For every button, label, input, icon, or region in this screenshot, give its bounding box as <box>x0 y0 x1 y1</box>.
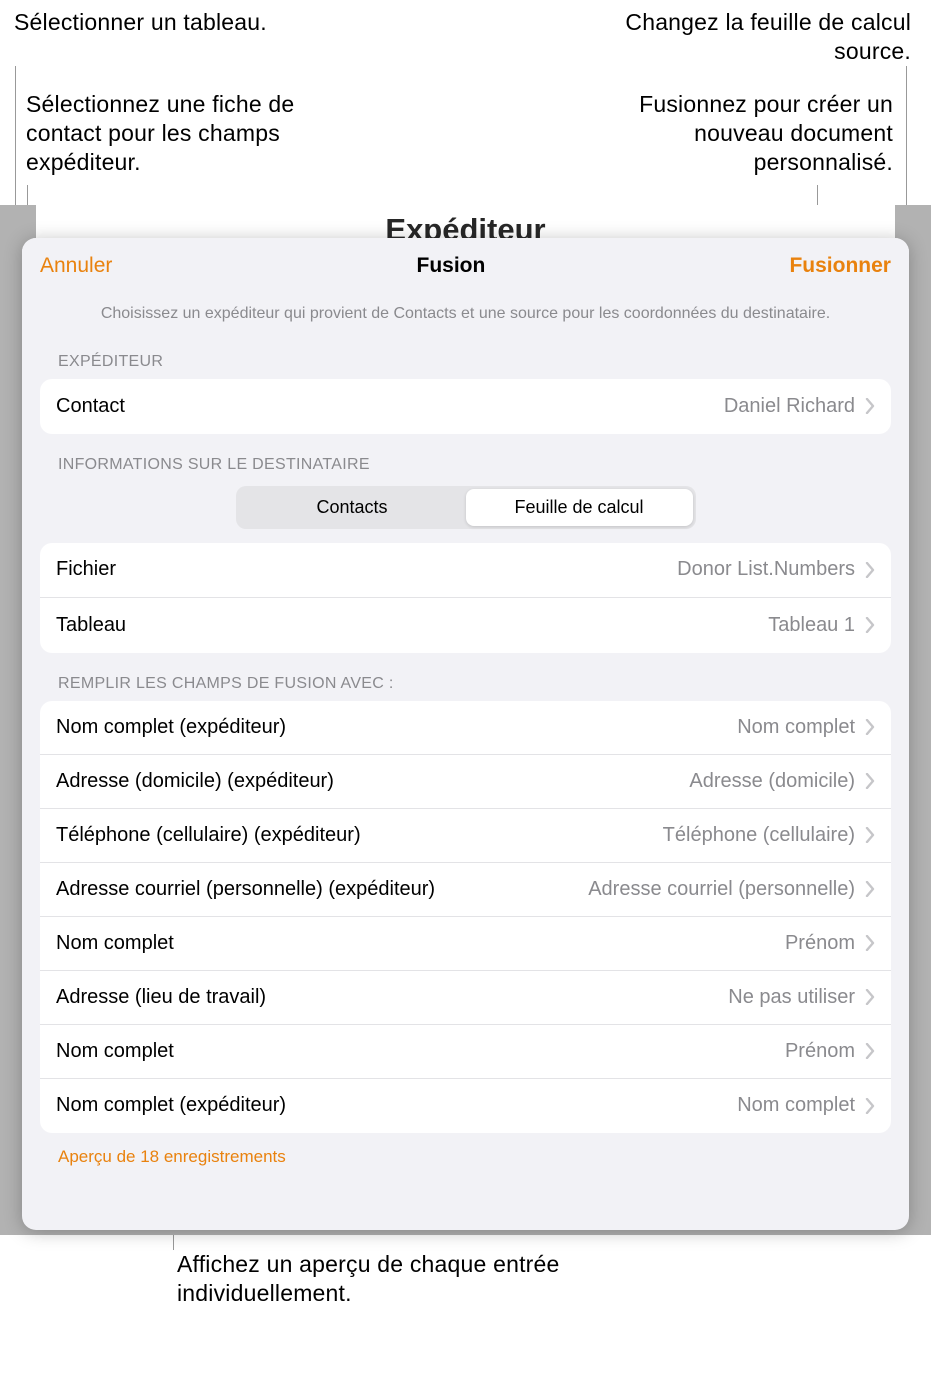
sender-group: Contact Daniel Richard <box>40 379 891 434</box>
section-recipient-label: INFORMATIONS SUR LE DESTINATAIRE <box>22 434 909 482</box>
merge-field-label: Nom complet (expéditeur) <box>56 1094 286 1117</box>
chevron-right-icon <box>865 1098 875 1114</box>
preview-records-link[interactable]: Aperçu de 18 enregistrements <box>22 1133 909 1167</box>
source-group: Fichier Donor List.Numbers Tableau Table… <box>40 543 891 653</box>
merge-fields-group: Nom complet (expéditeur) Nom complet Adr… <box>40 701 891 1133</box>
segmented-wrap: Contacts Feuille de calcul <box>22 482 909 543</box>
segment-spreadsheet[interactable]: Feuille de calcul <box>466 489 693 526</box>
table-row[interactable]: Tableau Tableau 1 <box>40 598 891 653</box>
merge-field-label: Nom complet (expéditeur) <box>56 716 286 739</box>
callout-select-contact: Sélectionnez une fiche de contact pour l… <box>26 90 326 176</box>
cancel-button[interactable]: Annuler <box>40 254 112 278</box>
merge-field-label: Nom complet <box>56 932 174 955</box>
merge-field-row[interactable]: Nom complet (expéditeur) Nom complet <box>40 701 891 755</box>
section-sender-label: EXPÉDITEUR <box>22 331 909 379</box>
chevron-right-icon <box>865 398 875 414</box>
contact-label: Contact <box>56 395 125 418</box>
merge-button[interactable]: Fusionner <box>789 254 891 278</box>
merge-field-value: Ne pas utiliser <box>728 986 865 1009</box>
merge-field-value: Prénom <box>785 932 865 955</box>
chevron-right-icon <box>865 562 875 578</box>
merge-panel: Annuler Fusion Fusionner Choisissez un e… <box>22 238 909 1230</box>
file-value: Donor List.Numbers <box>677 558 865 581</box>
merge-field-row[interactable]: Adresse (domicile) (expéditeur) Adresse … <box>40 755 891 809</box>
chevron-right-icon <box>865 935 875 951</box>
panel-header: Annuler Fusion Fusionner <box>22 238 909 294</box>
chevron-right-icon <box>865 881 875 897</box>
merge-field-row[interactable]: Téléphone (cellulaire) (expéditeur) Télé… <box>40 809 891 863</box>
contact-row[interactable]: Contact Daniel Richard <box>40 379 891 434</box>
merge-field-value: Nom complet <box>737 716 865 739</box>
merge-field-row[interactable]: Adresse (lieu de travail) Ne pas utilise… <box>40 971 891 1025</box>
chevron-right-icon <box>865 773 875 789</box>
chevron-right-icon <box>865 989 875 1005</box>
source-segmented-control: Contacts Feuille de calcul <box>236 486 696 529</box>
merge-field-value: Adresse (domicile) <box>689 770 865 793</box>
merge-field-label: Nom complet <box>56 1040 174 1063</box>
merge-field-label: Adresse (domicile) (expéditeur) <box>56 770 334 793</box>
panel-title: Fusion <box>417 254 486 278</box>
callout-merge: Fusionnez pour créer un nouveau document… <box>573 90 893 176</box>
merge-field-row[interactable]: Nom complet (expéditeur) Nom complet <box>40 1079 891 1133</box>
merge-field-value: Nom complet <box>737 1094 865 1117</box>
merge-field-label: Adresse courriel (personnelle) (expédite… <box>56 878 435 901</box>
section-fill-label: REMPLIR LES CHAMPS DE FUSION AVEC : <box>22 653 909 701</box>
callout-preview: Affichez un aperçu de chaque entrée indi… <box>177 1250 597 1308</box>
chevron-right-icon <box>865 827 875 843</box>
merge-field-value: Adresse courriel (personnelle) <box>588 878 865 901</box>
chevron-right-icon <box>865 719 875 735</box>
contact-value: Daniel Richard <box>724 395 865 418</box>
segment-contacts[interactable]: Contacts <box>239 489 466 526</box>
callout-change-source: Changez la feuille de calcul source. <box>611 8 911 66</box>
merge-field-value: Téléphone (cellulaire) <box>663 824 865 847</box>
table-value: Tableau 1 <box>768 614 865 637</box>
table-label: Tableau <box>56 614 126 637</box>
callout-select-table: Sélectionner un tableau. <box>14 8 274 37</box>
panel-subtitle: Choisissez un expéditeur qui provient de… <box>22 294 909 331</box>
merge-field-row[interactable]: Nom complet Prénom <box>40 1025 891 1079</box>
chevron-right-icon <box>865 1043 875 1059</box>
merge-field-label: Adresse (lieu de travail) <box>56 986 266 1009</box>
chevron-right-icon <box>865 617 875 633</box>
merge-field-row[interactable]: Adresse courriel (personnelle) (expédite… <box>40 863 891 917</box>
file-label: Fichier <box>56 558 116 581</box>
merge-field-value: Prénom <box>785 1040 865 1063</box>
merge-field-label: Téléphone (cellulaire) (expéditeur) <box>56 824 361 847</box>
file-row[interactable]: Fichier Donor List.Numbers <box>40 543 891 598</box>
merge-field-row[interactable]: Nom complet Prénom <box>40 917 891 971</box>
